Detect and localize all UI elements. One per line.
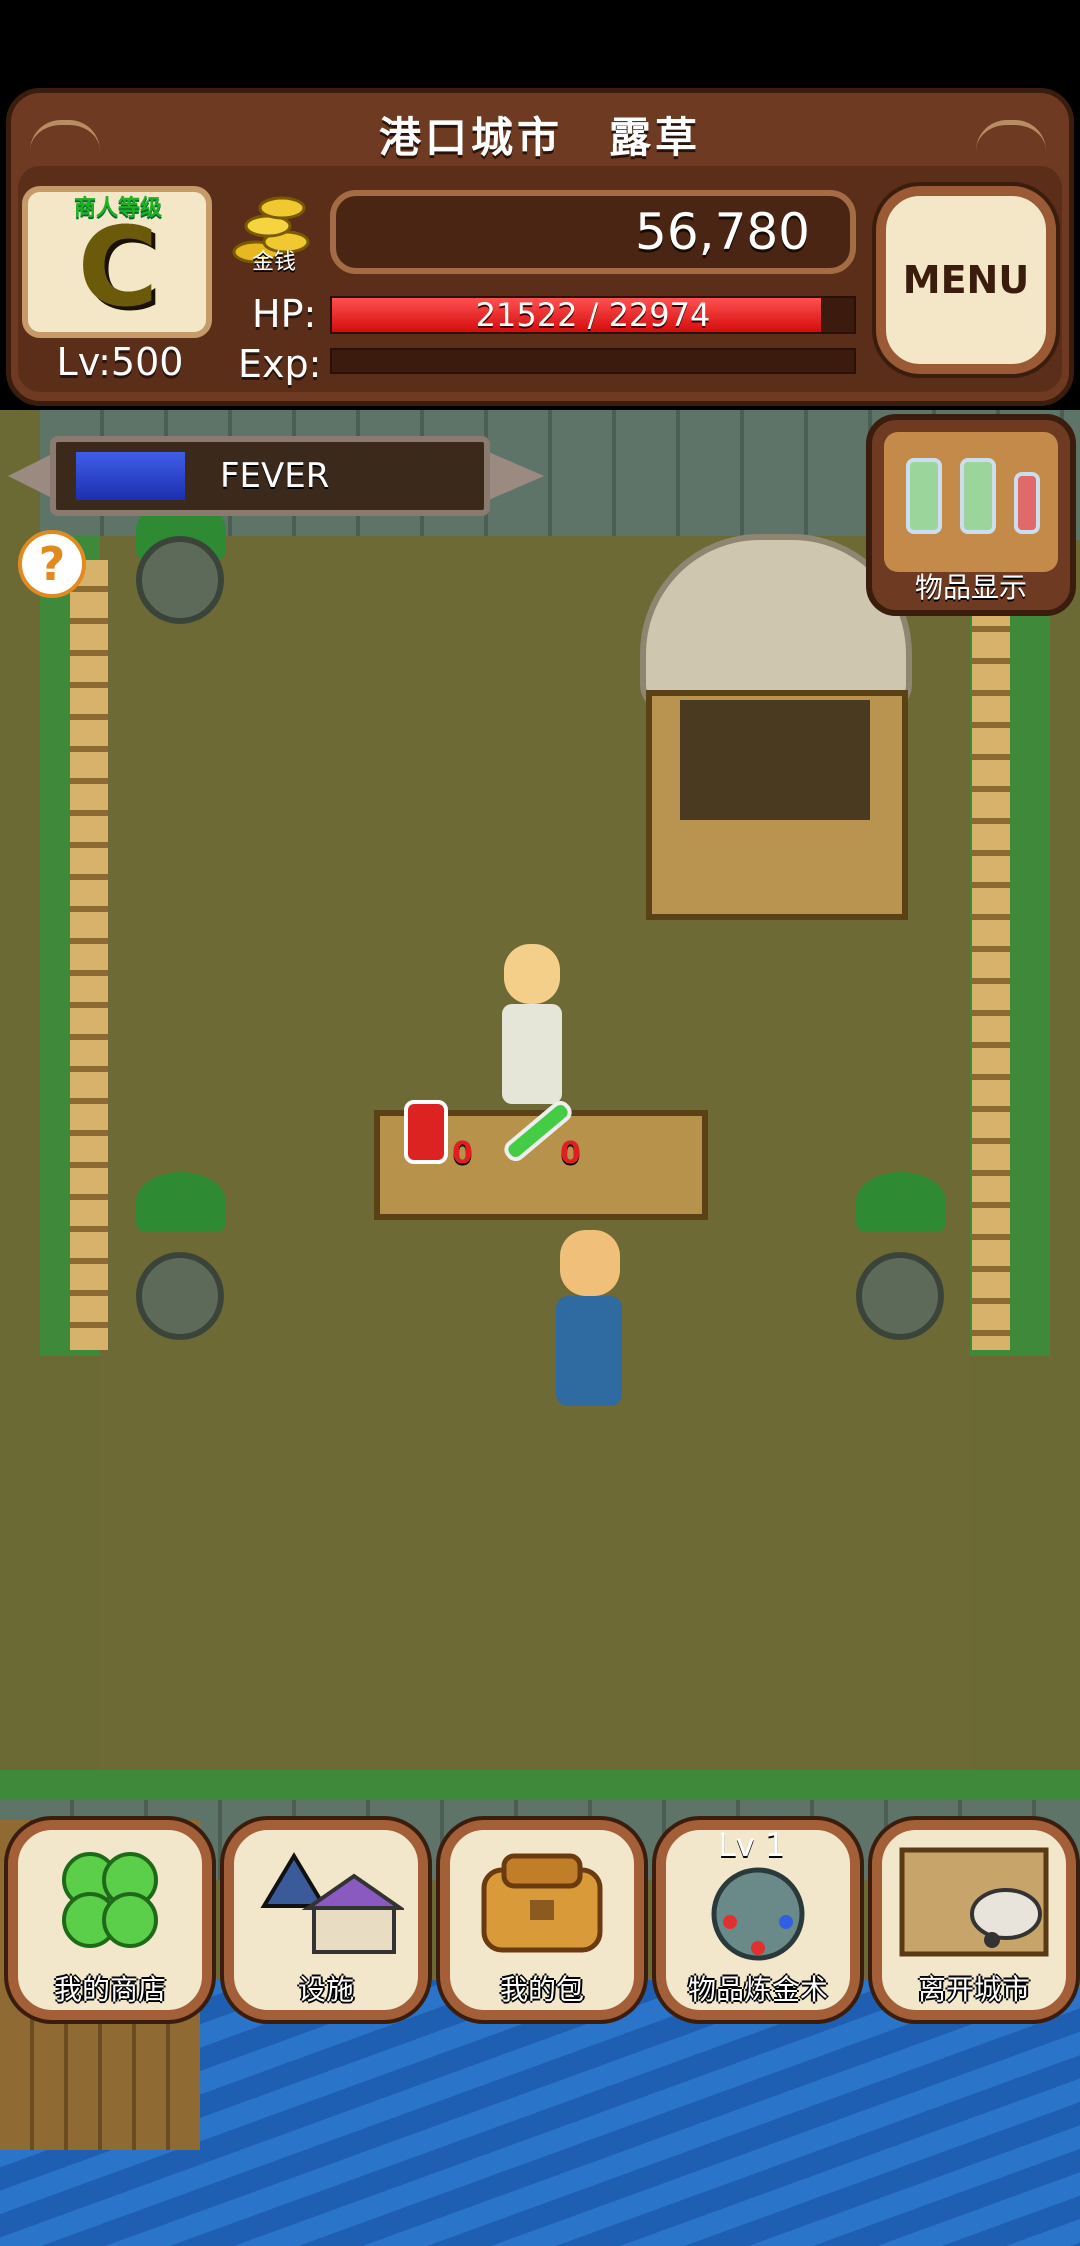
player-character-head [560,1230,620,1296]
jar-icon [1014,472,1040,534]
bag-icon [481,1853,603,1953]
fever-label: FEVER [220,456,330,496]
my-bag-label[interactable]: 我的包 [440,1968,644,2008]
hp-label: HP: [252,292,317,336]
clover-icon [62,1852,158,1948]
player-level: Lv:500 [56,340,184,384]
facilities-icon [260,1852,404,1954]
status-strip [0,0,1080,86]
hp-value: 21522 / 22974 [475,296,711,334]
player-character [556,1296,622,1406]
merchant-rank-letter: C [77,203,159,331]
fence-right [972,600,1010,1350]
palm-leaves [136,1172,226,1232]
red-potion-count: 0 [452,1136,473,1171]
jar-icon [906,458,942,534]
money-value: 56,780 [635,203,810,261]
jar-icon [960,458,996,534]
my-shop-label[interactable]: 我的商店 [8,1968,212,2008]
alchemy-level-badge: Lv 1 [718,1826,786,1864]
leave-town-label[interactable]: 离开城市 [872,1968,1076,2008]
npc-customer-head [504,944,560,1004]
fever-bar-fill [76,452,185,500]
exp-label: Exp: [238,342,322,386]
palm-pot [136,1252,224,1340]
red-potion-icon[interactable] [404,1100,448,1164]
fever-spike-right [484,450,544,502]
alchemy-label[interactable]: 物品炼金术 [656,1968,860,2008]
palm-pot [136,536,224,624]
exp-bar [330,348,856,374]
help-button[interactable]: ? [18,530,86,598]
alchemy-cauldron-icon [711,1867,805,1961]
palm-leaves [856,1172,946,1232]
facilities-label[interactable]: 设施 [224,1968,428,2008]
map-wagon-icon [899,1847,1049,1957]
menu-button-label[interactable]: MENU [876,186,1056,374]
item-display-label[interactable]: 物品显示 [866,566,1076,606]
npc-customer[interactable] [502,1004,562,1104]
green-potion-count: 0 [560,1136,581,1171]
wagon-cargo [680,700,870,820]
palm-pot [856,1252,944,1340]
gold-label: 金钱 [251,250,296,275]
fence-left [70,560,108,1350]
